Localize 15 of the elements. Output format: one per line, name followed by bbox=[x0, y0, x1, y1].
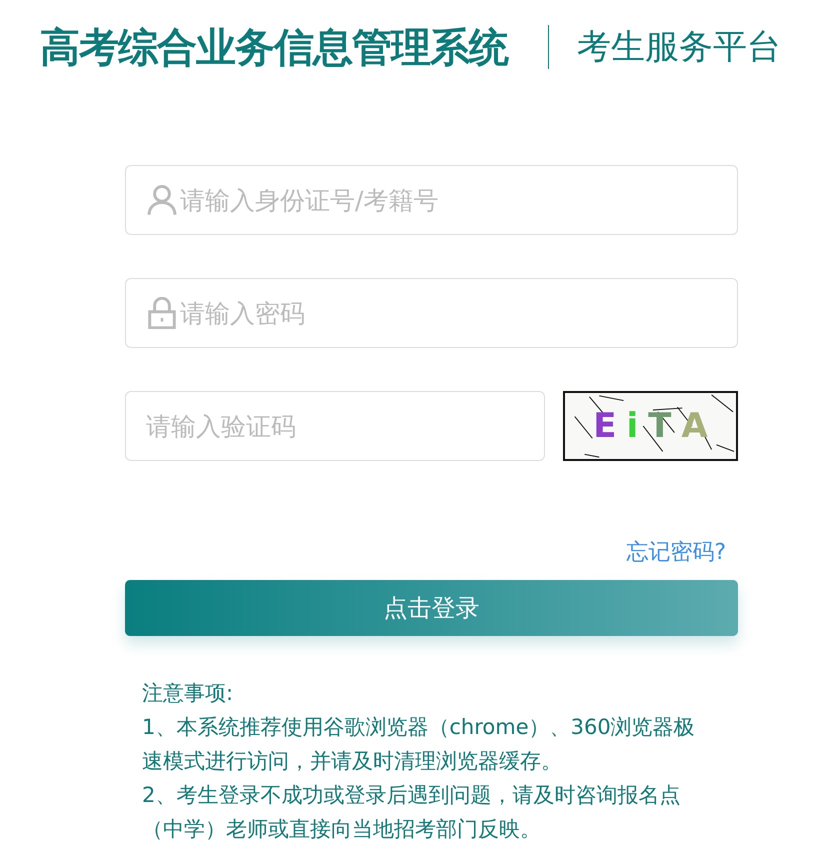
captcha-character: E bbox=[593, 406, 617, 446]
captcha-image[interactable]: E i T A bbox=[563, 391, 738, 461]
notice-text: 1、本系统推荐使用谷歌浏览器（chrome）、360浏览器极速模式进行访问，并请及时清理浏览器缓存。 bbox=[142, 714, 696, 775]
system-title: 高考综合业务信息管理系统 bbox=[40, 24, 508, 72]
platform-subtitle: 考生服务平台 bbox=[577, 26, 781, 69]
id-number-field[interactable]: 请输入身份证号/考籍号 bbox=[125, 165, 738, 235]
captcha-character: A bbox=[681, 406, 708, 446]
captcha-character: T bbox=[648, 406, 672, 446]
captcha-field[interactable]: 请输入验证码 bbox=[125, 391, 545, 461]
forgot-password-link[interactable]: 忘记密码? bbox=[626, 538, 726, 568]
notice-text: 2、考生登录不成功或登录后遇到问题，请及时咨询报名点（中学）老师或直接向当地招考部门反映。 bbox=[142, 782, 682, 843]
login-button[interactable]: 点击登录 bbox=[125, 580, 738, 636]
captcha-character: i bbox=[626, 406, 638, 446]
notes-heading: 注意事项: bbox=[142, 680, 234, 707]
password-field[interactable]: 请输入密码 bbox=[125, 278, 738, 348]
